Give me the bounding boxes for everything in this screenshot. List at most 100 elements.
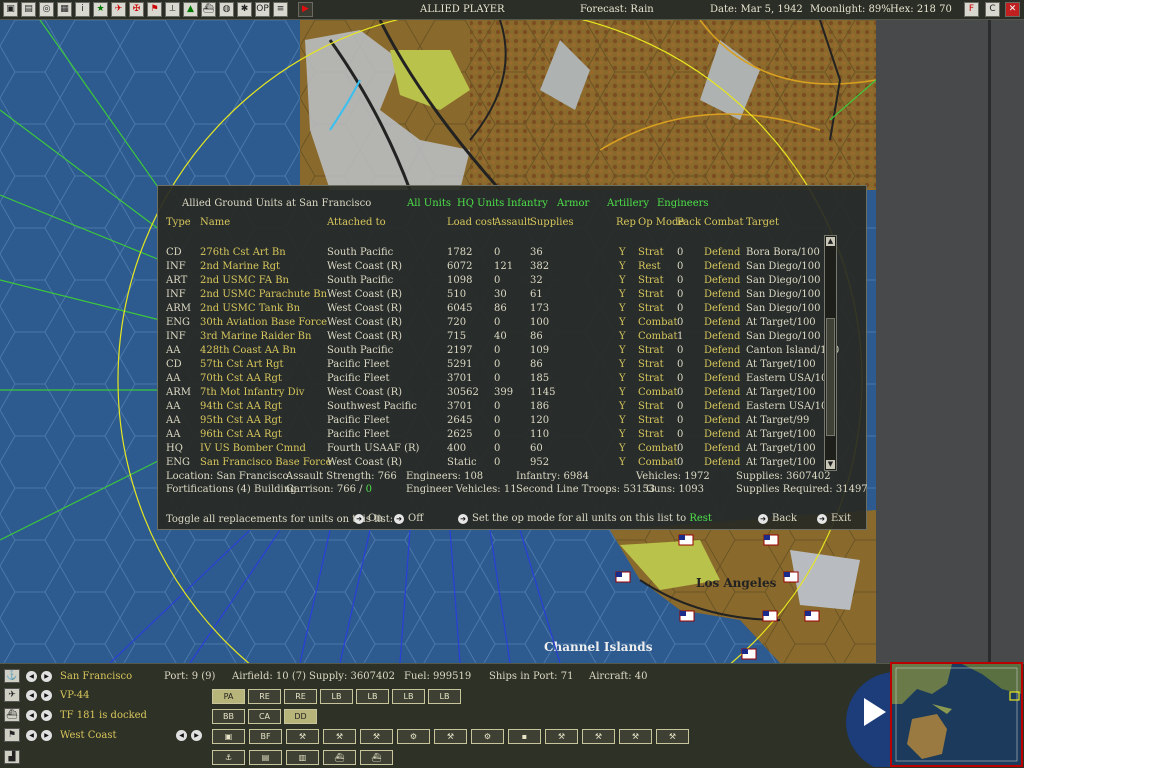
window-icon[interactable]: ▣: [3, 2, 18, 17]
table-row[interactable]: AA 96th Cst AA Rgt Pacific Fleet 2625 0 110 Y S…: [158, 429, 848, 443]
battleship-button[interactable]: BB: [212, 709, 245, 724]
table-row[interactable]: ARM 7th Mot Infantry Div West Coast (R) 305…: [158, 387, 848, 401]
set-opmode-button[interactable]: ➜ Set the op mode for all units on this l…: [458, 513, 712, 524]
cmdbtns-8[interactable]: ▪: [508, 729, 541, 744]
cell-rep[interactable]: Y: [619, 429, 626, 440]
table-row[interactable]: AA 95th Cst AA Rgt Pacific Fleet 2645 0 120 Y S…: [158, 415, 848, 429]
table-row[interactable]: INF 3rd Marine Raider Bn West Coast (R) 715…: [158, 331, 848, 345]
c-icon[interactable]: C: [985, 2, 1000, 17]
cell-name[interactable]: 3rd Marine Raider Bn: [200, 331, 311, 342]
cmdbtns-3[interactable]: ⚒: [323, 729, 356, 744]
cell-name[interactable]: 70th Cst AA Rgt: [200, 373, 282, 384]
table-row[interactable]: INF 2nd USMC Parachute Bn West Coast (R) 51…: [158, 289, 848, 303]
cell-name[interactable]: 94th Cst AA Rgt: [200, 401, 282, 412]
bomber-button[interactable]: LB: [320, 689, 353, 704]
cell-combat[interactable]: Defend: [704, 345, 740, 356]
mini-map[interactable]: [890, 662, 1023, 767]
cell-opmode[interactable]: Strat: [638, 373, 664, 384]
list-icon[interactable]: ≡: [273, 2, 288, 17]
col-attached[interactable]: Attached to: [327, 217, 386, 228]
cell-combat[interactable]: Defend: [704, 317, 740, 328]
cell-name[interactable]: San Francisco Base Force: [200, 457, 332, 468]
cell-combat[interactable]: Defend: [704, 373, 740, 384]
cmdbtns-9[interactable]: ⚒: [545, 729, 578, 744]
hq-button[interactable]: ▣: [212, 729, 245, 744]
anchor-button[interactable]: ⚓: [212, 750, 245, 765]
flag-icon[interactable]: F: [964, 2, 979, 17]
bomber-button-2[interactable]: LB: [356, 689, 389, 704]
list-scrollbar[interactable]: ▲ ▼: [824, 235, 837, 471]
close-icon[interactable]: ✕: [1005, 2, 1020, 17]
end-turn-icon[interactable]: ▶: [298, 2, 313, 17]
cell-rep[interactable]: Y: [619, 373, 626, 384]
cell-rep[interactable]: Y: [619, 275, 626, 286]
patrol-squadron-button[interactable]: PA: [212, 689, 245, 704]
filter-all-units[interactable]: All Units: [407, 198, 451, 209]
table-row[interactable]: ART 2nd USMC FA Bn South Pacific 1098 0 32 Y St…: [158, 275, 848, 289]
cell-rep[interactable]: Y: [619, 261, 626, 272]
destroyer-button[interactable]: DD: [284, 709, 317, 724]
cell-rep[interactable]: Y: [619, 401, 626, 412]
cell-opmode[interactable]: Strat: [638, 247, 664, 258]
cell-name[interactable]: 7th Mot Infantry Div: [200, 387, 304, 398]
cell-combat[interactable]: Defend: [704, 359, 740, 370]
prev-air-icon[interactable]: ◀: [26, 690, 37, 701]
cell-combat[interactable]: Defend: [704, 303, 740, 314]
col-combat[interactable]: Combat: [704, 217, 744, 228]
cell-combat[interactable]: Defend: [704, 429, 740, 440]
table-row[interactable]: AA 94th Cst AA Rgt Southwest Pacific 3701 0 1…: [158, 401, 848, 415]
cmdbtns-12[interactable]: ⚒: [656, 729, 689, 744]
cmdbtns-4[interactable]: ⚒: [360, 729, 393, 744]
fighter-icon[interactable]: ✠: [129, 2, 144, 17]
cell-name[interactable]: 57th Cst Art Rgt: [200, 359, 284, 370]
cell-rep[interactable]: Y: [619, 331, 626, 342]
cell-opmode[interactable]: Combat: [638, 331, 678, 342]
cell-name[interactable]: 95th Cst AA Rgt: [200, 415, 282, 426]
cell-name[interactable]: 276th Cst Art Bn: [200, 247, 286, 258]
back-button[interactable]: ➜ Back: [758, 513, 797, 524]
cell-combat[interactable]: Defend: [704, 443, 740, 454]
cell-opmode[interactable]: Strat: [638, 359, 664, 370]
cell-opmode[interactable]: Strat: [638, 303, 664, 314]
cmdbtns-7[interactable]: ⚙: [471, 729, 504, 744]
row4btns-4[interactable]: ⛴: [360, 750, 393, 765]
table-row[interactable]: ENG San Francisco Base Force West Coast (R…: [158, 457, 848, 471]
air-unit-name[interactable]: VP-44: [60, 690, 90, 701]
group-icon[interactable]: ▦: [57, 2, 72, 17]
cell-rep[interactable]: Y: [619, 289, 626, 300]
scroll-thumb[interactable]: [826, 318, 835, 436]
scroll-up-icon[interactable]: ▲: [826, 237, 835, 246]
cell-combat[interactable]: Defend: [704, 275, 740, 286]
cell-name[interactable]: 2nd USMC Tank Bn: [200, 303, 300, 314]
cell-opmode[interactable]: Strat: [638, 415, 664, 426]
cell-opmode[interactable]: Strat: [638, 401, 664, 412]
col-name[interactable]: Name: [200, 217, 230, 228]
cell-opmode[interactable]: Strat: [638, 429, 664, 440]
aircraft-icon[interactable]: ✈: [111, 2, 126, 17]
cell-name[interactable]: 2nd Marine Rgt: [200, 261, 280, 272]
cmdbtns-5[interactable]: ⚙: [397, 729, 430, 744]
cell-rep[interactable]: Y: [619, 317, 626, 328]
scroll-down-icon[interactable]: ▼: [826, 460, 835, 469]
filter-artillery[interactable]: Artillery: [607, 198, 649, 209]
cell-name[interactable]: 2nd USMC Parachute Bn: [200, 289, 327, 300]
filter-engineers[interactable]: Engineers: [657, 198, 709, 209]
ship-icon[interactable]: ⛴: [4, 708, 20, 722]
save-icon[interactable]: ▤: [21, 2, 36, 17]
table-row[interactable]: CD 57th Cst Art Rgt Pacific Fleet 5291 0 86 Y S…: [158, 359, 848, 373]
base-name[interactable]: San Francisco: [60, 671, 132, 682]
target-icon[interactable]: ✱: [237, 2, 252, 17]
prev-tf-icon[interactable]: ◀: [26, 710, 37, 721]
cmdbtns-10[interactable]: ⚒: [582, 729, 615, 744]
cell-name[interactable]: 96th Cst AA Rgt: [200, 429, 282, 440]
exit-button[interactable]: ➜ Exit: [817, 513, 851, 524]
cell-name[interactable]: 2nd USMC FA Bn: [200, 275, 289, 286]
cell-rep[interactable]: Y: [619, 345, 626, 356]
cell-rep[interactable]: Y: [619, 247, 626, 258]
cmdbtns-11[interactable]: ⚒: [619, 729, 652, 744]
cmdbtns-6[interactable]: ⚒: [434, 729, 467, 744]
col-load[interactable]: Load cost: [447, 217, 496, 228]
cell-opmode[interactable]: Combat: [638, 317, 678, 328]
col-assault[interactable]: Assault: [494, 217, 531, 228]
cell-combat[interactable]: Defend: [704, 387, 740, 398]
